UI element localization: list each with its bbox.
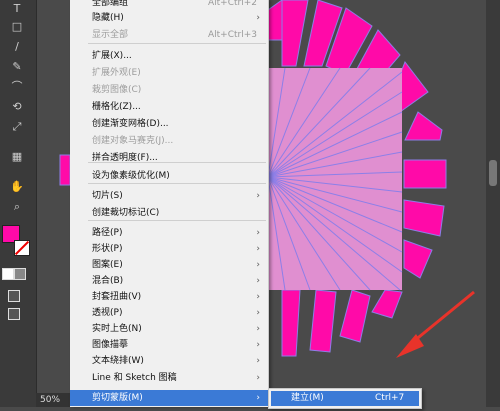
menu-item[interactable]: 透视(P) › — [70, 305, 268, 321]
scale-tool-icon[interactable]: ⤢ — [6, 120, 28, 134]
menu-separator — [88, 43, 266, 44]
ray-shape — [403, 199, 445, 237]
menu-item[interactable]: Line 和 Sketch 图稿 › — [70, 370, 268, 386]
menu-item[interactable]: 栅格化(Z)... — [70, 99, 268, 115]
menu-item-label: 栽剪图像(C) — [92, 85, 142, 95]
menu-item[interactable]: 路径(P) › — [70, 225, 268, 241]
ray-shape — [339, 289, 371, 343]
menu-item[interactable]: 形状(P) › — [70, 241, 268, 257]
menu-item-label: 扩展外观(E) — [92, 68, 141, 78]
submenu-arrow-icon: › — [256, 244, 260, 254]
ray-shape — [371, 289, 403, 319]
menu-item-label: 切片(S) — [92, 191, 123, 201]
annotation-arrow — [396, 290, 475, 358]
menu-item-label: 创建对象马赛克(J)... — [92, 136, 174, 146]
menu-item[interactable]: 拼合透明度(F)... — [70, 150, 268, 166]
rectangle-tool-icon[interactable]: □ — [6, 20, 28, 34]
arc-tool-icon[interactable]: ⌒ — [6, 80, 28, 94]
menu-item-label: 拼合透明度(F)... — [92, 153, 158, 163]
menu-item-label: 混合(B) — [92, 276, 124, 286]
menu-item[interactable]: 图案(E) › — [70, 257, 268, 273]
ray-shape — [59, 154, 71, 186]
ray-shape — [404, 111, 443, 141]
menu-item[interactable]: 栽剪图像(C) — [70, 82, 268, 98]
submenu-arrow-icon: › — [256, 308, 260, 318]
submenu-arrow-icon: › — [256, 356, 260, 366]
zoom-level[interactable]: 50% — [36, 393, 74, 407]
menu-item-label: 形状(P) — [92, 244, 123, 254]
menu-item-label: 隐藏(H) — [92, 13, 124, 23]
tools-panel: T □ / ✎ ⌒ ⟲ ⤢ ▦ ✋ ⌕ — [0, 0, 37, 407]
draw-mode-icon[interactable] — [8, 290, 20, 302]
clipping-mask-submenu: 建立(M) Ctrl+7 — [268, 388, 422, 409]
menu-item-label: 实时上色(N) — [92, 324, 142, 334]
menu-item[interactable]: 实时上色(N) › — [70, 321, 268, 337]
menu-item[interactable]: 切片(S) › — [70, 188, 268, 204]
ray-shape — [281, 289, 301, 357]
menu-item[interactable]: 创建裁切标记(C) — [70, 205, 268, 221]
menu-item-label: 栅格化(Z)... — [92, 102, 141, 112]
menu-item[interactable]: 设为像素级优化(M) — [70, 168, 268, 184]
ray-shape — [267, 0, 283, 41]
menu-item[interactable]: 扩展(X)... — [70, 48, 268, 64]
submenu-item-shortcut: Ctrl+7 — [375, 393, 405, 403]
menu-item[interactable]: 剪切蒙版(M) › — [70, 390, 268, 406]
stroke-swatch[interactable] — [14, 240, 30, 256]
menu-item[interactable]: 封套扭曲(V) › — [70, 289, 268, 305]
menu-item-label: 扩展(X)... — [92, 51, 132, 61]
menu-item-label: 图像描摹 — [92, 340, 129, 350]
menu-item-label: 透视(P) — [92, 308, 123, 318]
right-panel-strip — [486, 0, 500, 407]
menu-item-label: 图案(E) — [92, 260, 123, 270]
ray-shape — [281, 0, 309, 67]
menu-item-shortcut: Alt+Ctrl+3 — [208, 30, 258, 40]
vertical-scrollbar[interactable] — [489, 160, 497, 186]
object-menu: 全部编组 Alt+Ctrl+2 隐藏(H) › 显示全部 Alt+Ctrl+3 扩展(X).… — [70, 0, 269, 407]
menu-item-label: 创建裁切标记(C) — [92, 208, 160, 218]
submenu-arrow-icon: › — [256, 13, 260, 23]
menu-item-label: Line 和 Sketch 图稿 — [92, 373, 177, 383]
submenu-arrow-icon: › — [256, 260, 260, 270]
ray-shape — [403, 239, 433, 279]
menu-item-label: 剪切蒙版(M) — [92, 393, 143, 403]
submenu-arrow-icon: › — [256, 276, 260, 286]
menu-item-label: 创建渐变网格(D)... — [92, 119, 169, 129]
menu-item[interactable]: 图像描摹 › — [70, 337, 268, 353]
menu-item[interactable]: 显示全部 Alt+Ctrl+3 — [70, 27, 268, 43]
zoom-tool-icon[interactable]: ⌕ — [6, 200, 28, 214]
menu-item-label: 文本绕排(W) — [92, 356, 144, 366]
menu-item-label: 显示全部 — [92, 30, 129, 40]
submenu-item-label: 建立(M) — [291, 393, 324, 403]
menu-item-label: 封套扭曲(V) — [92, 292, 142, 302]
menu-item-label: 路径(P) — [92, 228, 123, 238]
submenu-arrow-icon: › — [256, 393, 260, 403]
menu-item[interactable]: 混合(B) › — [70, 273, 268, 289]
submenu-arrow-icon: › — [256, 340, 260, 350]
menu-item[interactable]: 文本绕排(W) › — [70, 353, 268, 369]
submenu-arrow-icon: › — [256, 292, 260, 302]
menu-item[interactable]: 隐藏(H) › — [70, 10, 268, 26]
ray-shape — [309, 289, 337, 353]
gradient-mode-icon[interactable] — [14, 268, 26, 280]
hand-tool-icon[interactable]: ✋ — [6, 180, 28, 194]
screen-mode-icon[interactable] — [8, 308, 20, 320]
submenu-arrow-icon: › — [256, 324, 260, 334]
ray-shape — [403, 159, 447, 189]
menu-item[interactable]: 创建渐变网格(D)... — [70, 116, 268, 132]
rotate-tool-icon[interactable]: ⟲ — [6, 100, 28, 114]
menu-item-label: 设为像素级优化(M) — [92, 171, 170, 181]
submenu-arrow-icon: › — [256, 373, 260, 383]
menu-item[interactable]: 扩展外观(E) — [70, 65, 268, 81]
pencil-tool-icon[interactable]: ✎ — [6, 60, 28, 74]
type-tool-icon[interactable]: T — [6, 2, 28, 16]
make-clipping-mask-item[interactable]: 建立(M) Ctrl+7 — [271, 391, 419, 406]
menu-item[interactable]: 创建对象马赛克(J)... — [70, 133, 268, 149]
submenu-arrow-icon: › — [256, 191, 260, 201]
color-mode-icon[interactable] — [2, 268, 14, 280]
graph-tool-icon[interactable]: ▦ — [6, 150, 28, 164]
line-tool-icon[interactable]: / — [6, 40, 28, 54]
submenu-arrow-icon: › — [256, 228, 260, 238]
